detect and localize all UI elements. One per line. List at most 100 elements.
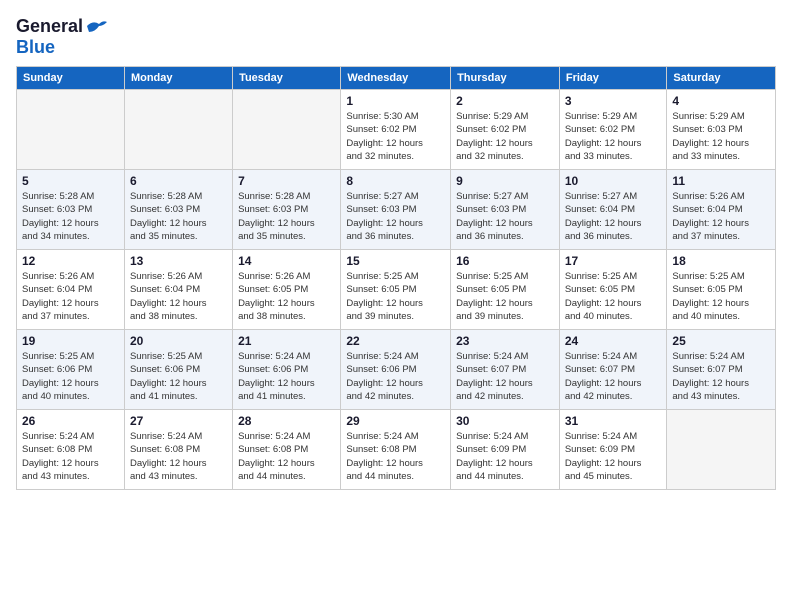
day-number: 31: [565, 414, 662, 428]
calendar-cell: 7 Sunrise: 5:28 AM Sunset: 6:03 PM Daylig…: [233, 170, 341, 250]
day-info: Sunrise: 5:29 AM Sunset: 6:02 PM Dayligh…: [565, 110, 662, 163]
day-number: 9: [456, 174, 554, 188]
column-header-thursday: Thursday: [451, 67, 560, 90]
column-header-sunday: Sunday: [17, 67, 125, 90]
day-info: Sunrise: 5:29 AM Sunset: 6:02 PM Dayligh…: [456, 110, 554, 163]
day-number: 20: [130, 334, 227, 348]
calendar-cell: 29Sunrise: 5:24 AM Sunset: 6:08 PM Dayli…: [341, 410, 451, 490]
day-info: Sunrise: 5:24 AM Sunset: 6:08 PM Dayligh…: [238, 430, 335, 483]
calendar-week-row: 1 Sunrise: 5:30 AM Sunset: 6:02 PM Daylig…: [17, 90, 776, 170]
day-info: Sunrise: 5:26 AM Sunset: 6:04 PM Dayligh…: [672, 190, 770, 243]
calendar-cell: 22 Sunrise: 5:24 AM Sunset: 6:06 PM Dayli…: [341, 330, 451, 410]
calendar-cell: 11 Sunrise: 5:26 AM Sunset: 6:04 PM Dayli…: [667, 170, 776, 250]
day-info: Sunrise: 5:30 AM Sunset: 6:02 PM Dayligh…: [346, 110, 445, 163]
calendar-cell: 21Sunrise: 5:24 AM Sunset: 6:06 PM Dayli…: [233, 330, 341, 410]
calendar-cell: 9 Sunrise: 5:27 AM Sunset: 6:03 PM Daylig…: [451, 170, 560, 250]
day-info: Sunrise: 5:24 AM Sunset: 6:08 PM Dayligh…: [130, 430, 227, 483]
day-number: 4: [672, 94, 770, 108]
day-number: 13: [130, 254, 227, 268]
day-number: 8: [346, 174, 445, 188]
calendar-cell: [233, 90, 341, 170]
day-info: Sunrise: 5:27 AM Sunset: 6:03 PM Dayligh…: [346, 190, 445, 243]
calendar-week-row: 12Sunrise: 5:26 AM Sunset: 6:04 PM Dayli…: [17, 250, 776, 330]
calendar-week-row: 5 Sunrise: 5:28 AM Sunset: 6:03 PM Daylig…: [17, 170, 776, 250]
day-info: Sunrise: 5:24 AM Sunset: 6:06 PM Dayligh…: [346, 350, 445, 403]
day-number: 16: [456, 254, 554, 268]
column-header-friday: Friday: [559, 67, 667, 90]
day-number: 18: [672, 254, 770, 268]
day-number: 17: [565, 254, 662, 268]
day-number: 3: [565, 94, 662, 108]
calendar-cell: 28Sunrise: 5:24 AM Sunset: 6:08 PM Dayli…: [233, 410, 341, 490]
day-number: 30: [456, 414, 554, 428]
day-info: Sunrise: 5:25 AM Sunset: 6:06 PM Dayligh…: [130, 350, 227, 403]
day-info: Sunrise: 5:28 AM Sunset: 6:03 PM Dayligh…: [238, 190, 335, 243]
calendar-header-row: SundayMondayTuesdayWednesdayThursdayFrid…: [17, 67, 776, 90]
calendar-cell: 1 Sunrise: 5:30 AM Sunset: 6:02 PM Daylig…: [341, 90, 451, 170]
day-info: Sunrise: 5:27 AM Sunset: 6:04 PM Dayligh…: [565, 190, 662, 243]
day-info: Sunrise: 5:25 AM Sunset: 6:05 PM Dayligh…: [456, 270, 554, 323]
calendar-cell: 13 Sunrise: 5:26 AM Sunset: 6:04 PM Dayli…: [124, 250, 232, 330]
calendar-week-row: 26 Sunrise: 5:24 AM Sunset: 6:08 PM Dayli…: [17, 410, 776, 490]
calendar-cell: 18 Sunrise: 5:25 AM Sunset: 6:05 PM Dayli…: [667, 250, 776, 330]
day-info: Sunrise: 5:24 AM Sunset: 6:06 PM Dayligh…: [238, 350, 335, 403]
calendar-cell: [17, 90, 125, 170]
day-info: Sunrise: 5:25 AM Sunset: 6:05 PM Dayligh…: [346, 270, 445, 323]
day-info: Sunrise: 5:28 AM Sunset: 6:03 PM Dayligh…: [22, 190, 119, 243]
day-info: Sunrise: 5:27 AM Sunset: 6:03 PM Dayligh…: [456, 190, 554, 243]
day-info: Sunrise: 5:26 AM Sunset: 6:04 PM Dayligh…: [22, 270, 119, 323]
day-number: 1: [346, 94, 445, 108]
calendar-cell: 4Sunrise: 5:29 AM Sunset: 6:03 PM Daylig…: [667, 90, 776, 170]
calendar-cell: 17 Sunrise: 5:25 AM Sunset: 6:05 PM Dayli…: [559, 250, 667, 330]
day-info: Sunrise: 5:25 AM Sunset: 6:05 PM Dayligh…: [672, 270, 770, 323]
day-info: Sunrise: 5:24 AM Sunset: 6:07 PM Dayligh…: [456, 350, 554, 403]
day-number: 27: [130, 414, 227, 428]
column-header-monday: Monday: [124, 67, 232, 90]
logo-general-text: General: [16, 16, 83, 37]
day-number: 25: [672, 334, 770, 348]
day-info: Sunrise: 5:25 AM Sunset: 6:06 PM Dayligh…: [22, 350, 119, 403]
calendar-table: SundayMondayTuesdayWednesdayThursdayFrid…: [16, 66, 776, 490]
logo: General Blue: [16, 16, 107, 58]
logo-bird-icon: [85, 18, 107, 36]
calendar-cell: 26 Sunrise: 5:24 AM Sunset: 6:08 PM Dayli…: [17, 410, 125, 490]
calendar-cell: 3 Sunrise: 5:29 AM Sunset: 6:02 PM Daylig…: [559, 90, 667, 170]
calendar-cell: 12Sunrise: 5:26 AM Sunset: 6:04 PM Dayli…: [17, 250, 125, 330]
day-info: Sunrise: 5:26 AM Sunset: 6:04 PM Dayligh…: [130, 270, 227, 323]
calendar-week-row: 19 Sunrise: 5:25 AM Sunset: 6:06 PM Dayli…: [17, 330, 776, 410]
day-number: 7: [238, 174, 335, 188]
day-number: 29: [346, 414, 445, 428]
calendar-cell: [124, 90, 232, 170]
calendar-cell: 30 Sunrise: 5:24 AM Sunset: 6:09 PM Dayli…: [451, 410, 560, 490]
day-info: Sunrise: 5:24 AM Sunset: 6:09 PM Dayligh…: [456, 430, 554, 483]
day-number: 23: [456, 334, 554, 348]
calendar-cell: 10 Sunrise: 5:27 AM Sunset: 6:04 PM Dayli…: [559, 170, 667, 250]
calendar-cell: 8 Sunrise: 5:27 AM Sunset: 6:03 PM Daylig…: [341, 170, 451, 250]
day-info: Sunrise: 5:24 AM Sunset: 6:07 PM Dayligh…: [672, 350, 770, 403]
calendar-cell: 31 Sunrise: 5:24 AM Sunset: 6:09 PM Dayli…: [559, 410, 667, 490]
column-header-tuesday: Tuesday: [233, 67, 341, 90]
day-info: Sunrise: 5:26 AM Sunset: 6:05 PM Dayligh…: [238, 270, 335, 323]
column-header-saturday: Saturday: [667, 67, 776, 90]
day-info: Sunrise: 5:25 AM Sunset: 6:05 PM Dayligh…: [565, 270, 662, 323]
day-info: Sunrise: 5:24 AM Sunset: 6:07 PM Dayligh…: [565, 350, 662, 403]
day-number: 19: [22, 334, 119, 348]
calendar-cell: 23 Sunrise: 5:24 AM Sunset: 6:07 PM Dayli…: [451, 330, 560, 410]
day-info: Sunrise: 5:24 AM Sunset: 6:09 PM Dayligh…: [565, 430, 662, 483]
day-info: Sunrise: 5:24 AM Sunset: 6:08 PM Dayligh…: [22, 430, 119, 483]
day-number: 6: [130, 174, 227, 188]
day-number: 15: [346, 254, 445, 268]
calendar-cell: 25 Sunrise: 5:24 AM Sunset: 6:07 PM Dayli…: [667, 330, 776, 410]
day-number: 26: [22, 414, 119, 428]
page-header: General Blue: [16, 16, 776, 58]
calendar-cell: 20 Sunrise: 5:25 AM Sunset: 6:06 PM Dayli…: [124, 330, 232, 410]
day-number: 5: [22, 174, 119, 188]
day-number: 11: [672, 174, 770, 188]
day-number: 10: [565, 174, 662, 188]
day-number: 2: [456, 94, 554, 108]
day-number: 22: [346, 334, 445, 348]
calendar-cell: 19 Sunrise: 5:25 AM Sunset: 6:06 PM Dayli…: [17, 330, 125, 410]
logo-blue-text: Blue: [16, 37, 55, 57]
calendar-cell: 5 Sunrise: 5:28 AM Sunset: 6:03 PM Daylig…: [17, 170, 125, 250]
calendar-cell: 6Sunrise: 5:28 AM Sunset: 6:03 PM Daylig…: [124, 170, 232, 250]
